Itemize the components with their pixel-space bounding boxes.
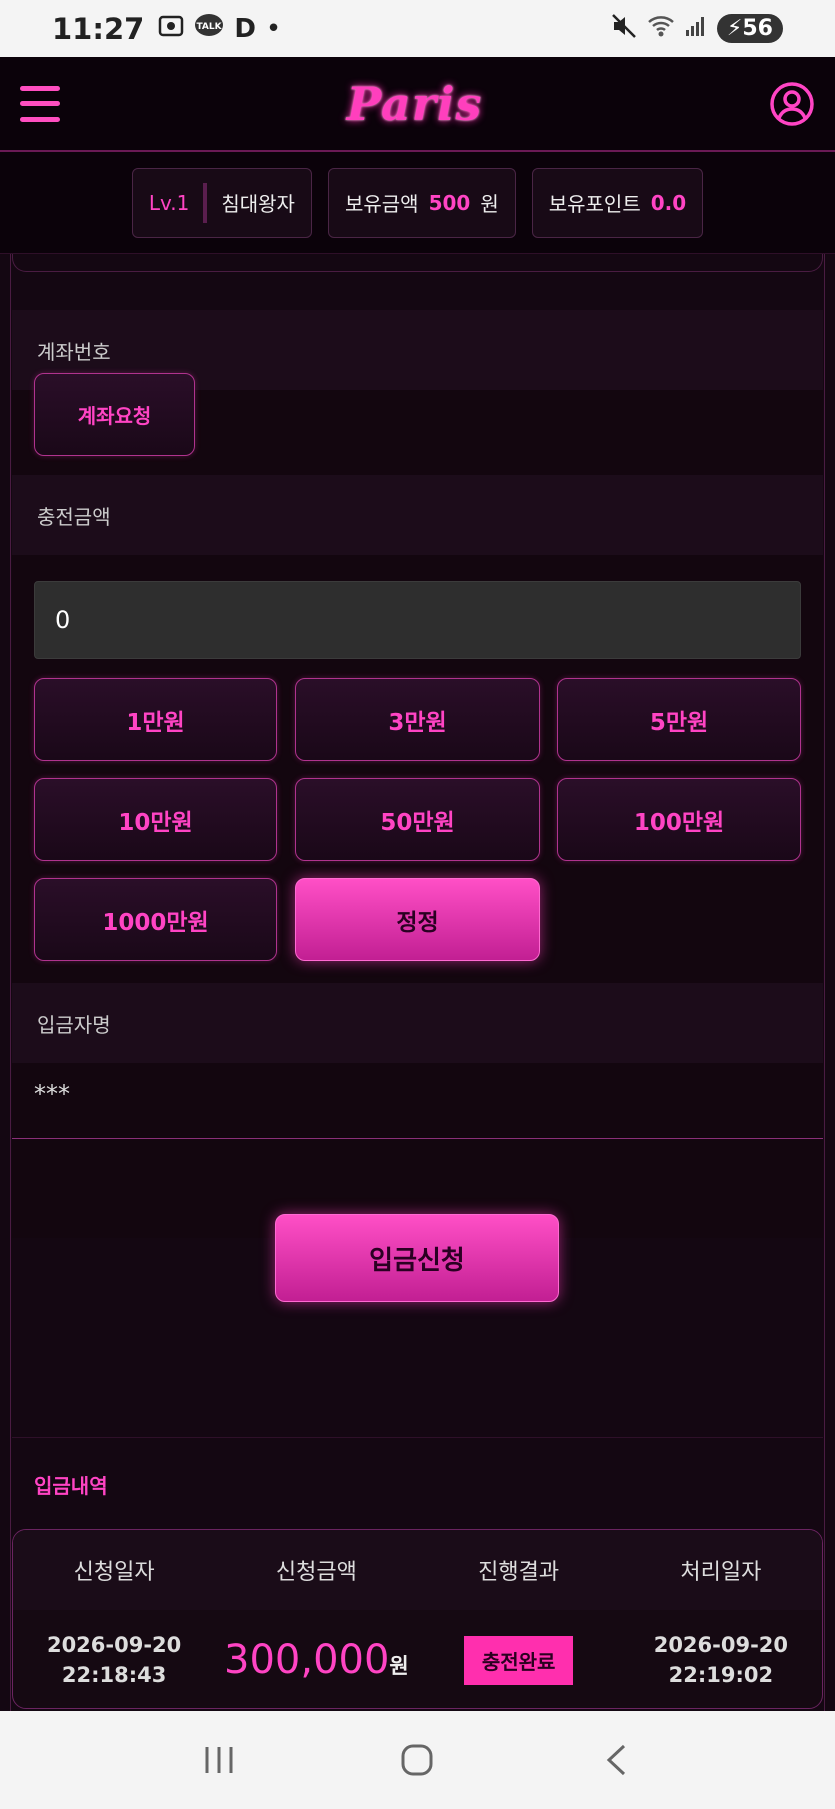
table-header: 신청일자 신청금액 진행결과 처리일자 [13,1530,822,1610]
level-chip: Lv.1 침대왕자 [131,167,312,238]
balance-value: 500 [428,190,471,215]
charging-icon: ⚡ [726,16,743,41]
balance-label: 보유금액 [344,192,419,216]
processed-date-cell: 2026-09-20 22:19:02 [620,1630,822,1690]
column-request-amount: 신청금액 [275,1560,357,1585]
account-label: 계좌번호 [37,339,111,364]
column-status: 진행결과 [478,1560,560,1585]
battery-indicator: ⚡56 [716,14,783,43]
processed-date: 2026-09-20 [653,1633,789,1657]
points-label: 보유포인트 [548,192,641,216]
username: 침대왕자 [221,192,295,216]
amount-button-30k[interactable]: 3만원 [295,678,540,761]
user-info-bar: Lv.1 침대왕자 보유금액 500 원 보유포인트 0.0 [0,152,835,254]
depositor-label: 입금자명 [37,1012,111,1037]
deposit-submit-button[interactable]: 입금신청 [275,1214,559,1302]
status-badge: 충전완료 [463,1635,574,1685]
history-divider [12,1437,823,1438]
account-request-button[interactable]: 계좌요청 [34,373,195,456]
points-chip: 보유포인트 0.0 [531,167,704,238]
recent-apps-icon[interactable] [189,1730,249,1790]
panel-top-edge [12,254,823,272]
column-processed-date: 처리일자 [680,1560,762,1585]
table-row: 2026-09-20 22:18:43 300,000원 충전완료 2026-0… [13,1610,822,1708]
amount-button-10m[interactable]: 1000만원 [34,878,277,961]
column-request-date: 신청일자 [73,1560,155,1585]
amount-button-50k[interactable]: 5만원 [557,678,801,761]
amount-button-10k[interactable]: 1만원 [34,678,277,761]
request-date: 2026-09-20 [46,1633,182,1657]
balance-chip: 보유금액 500 원 [327,167,516,238]
processed-time: 22:19:02 [668,1663,774,1687]
mute-icon [611,13,637,45]
home-icon[interactable] [387,1730,447,1790]
chip-divider [203,182,208,223]
status-cell: 충전완료 [418,1635,620,1685]
history-title: 입금내역 [34,1474,108,1498]
request-amount: 300,000 [224,1637,390,1683]
amount-button-500k[interactable]: 50만원 [295,778,540,861]
back-icon[interactable] [586,1730,646,1790]
reset-amount-button[interactable]: 정정 [295,878,540,961]
depositor-name-value: *** [34,1080,70,1108]
app-header: Paris [0,57,835,152]
request-amount-cell: 300,000원 [215,1637,417,1683]
wifi-icon [647,14,675,44]
status-bar: 11:27 TALK D • ⚡56 [0,0,835,57]
request-date-cell: 2026-09-20 22:18:43 [13,1630,215,1690]
balance-unit: 원 [480,192,499,216]
system-nav-bar [0,1711,835,1809]
depositor-section [12,1063,823,1138]
svg-text:TALK: TALK [197,22,223,32]
signal-icon [685,15,707,43]
charge-label: 충전금액 [37,504,111,529]
brand-logo[interactable]: Paris [347,77,483,131]
amount-unit: 원 [389,1654,409,1678]
charge-amount-input[interactable] [34,581,801,659]
depositor-label-row: 입금자명 [12,983,823,1063]
battery-level: 56 [742,16,773,41]
kakaotalk-icon: TALK [194,13,224,45]
hamburger-menu-icon[interactable] [20,85,60,122]
deposit-history-table: 신청일자 신청금액 진행결과 처리일자 2026-09-20 22:18:43 … [12,1529,823,1709]
request-time: 22:18:43 [61,1663,167,1687]
depositor-underline [12,1138,823,1139]
charge-label-row: 충전금액 [12,475,823,555]
points-value: 0.0 [650,190,687,215]
notification-letter: D [234,13,256,44]
amount-button-100k[interactable]: 10만원 [34,778,277,861]
screenshot-icon [158,14,184,44]
level-value: Lv.1 [148,190,190,215]
status-time: 11:27 [52,11,145,46]
user-profile-icon[interactable] [769,81,815,127]
dot-icon: • [265,13,282,44]
amount-button-1m[interactable]: 100만원 [557,778,801,861]
